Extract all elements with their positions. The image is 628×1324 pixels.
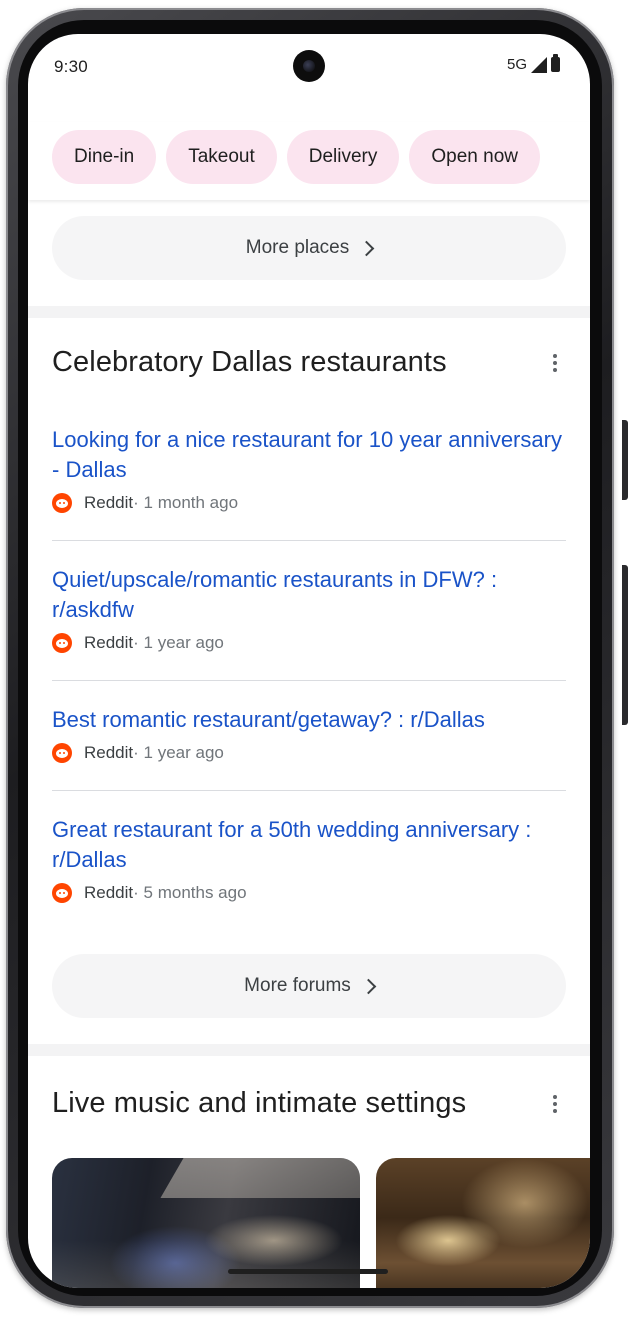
front-camera: [293, 50, 325, 82]
phone-screen: 9:30 5G Dine-in Takeout Delivery Open no…: [28, 34, 590, 1288]
forums-section-title: Celebratory Dallas restaurants: [52, 346, 447, 378]
forum-time: · 1 month ago: [133, 493, 239, 512]
forum-title-link[interactable]: Great restaurant for a 50th wedding anni…: [52, 815, 566, 875]
forum-title-link[interactable]: Quiet/upscale/romantic restaurants in DF…: [52, 565, 566, 625]
more-forums-label: More forums: [244, 975, 351, 996]
chip-open-now[interactable]: Open now: [409, 130, 540, 184]
chip-dine-in[interactable]: Dine-in: [52, 130, 157, 184]
forum-meta: Reddit · 1 year ago: [52, 743, 566, 763]
more-forums-button[interactable]: More forums: [52, 954, 566, 1018]
forum-meta: Reddit · 5 months ago: [52, 883, 566, 903]
forum-time: · 5 months ago: [133, 883, 247, 902]
forum-meta: Reddit · 1 year ago: [52, 633, 566, 653]
reddit-icon: [52, 633, 72, 653]
home-indicator[interactable]: [228, 1269, 388, 1274]
more-places-button[interactable]: More places: [52, 216, 566, 280]
more-options-icon[interactable]: [552, 354, 558, 372]
forum-item[interactable]: Great restaurant for a 50th wedding anni…: [52, 815, 566, 903]
divider: [52, 680, 566, 681]
network-label: 5G: [506, 56, 527, 73]
status-icons: 5G: [506, 54, 560, 73]
battery-icon: [551, 54, 560, 72]
forum-title-link[interactable]: Best romantic restaurant/getaway? : r/Da…: [52, 705, 566, 735]
signal-icon: [531, 56, 547, 73]
divider: [52, 540, 566, 541]
chevron-right-icon: [360, 978, 377, 995]
status-time: 9:30: [54, 57, 88, 76]
forum-source: Reddit: [84, 493, 134, 512]
forum-source: Reddit: [84, 743, 134, 762]
chip-delivery[interactable]: Delivery: [286, 130, 400, 184]
forum-item[interactable]: Looking for a nice restaurant for 10 yea…: [52, 425, 566, 513]
section-divider: [28, 306, 590, 318]
reddit-icon: [52, 743, 72, 763]
reddit-icon: [52, 883, 72, 903]
more-options-icon[interactable]: [552, 1095, 558, 1113]
forum-source: Reddit: [84, 633, 134, 652]
forum-title-link[interactable]: Looking for a nice restaurant for 10 yea…: [52, 425, 566, 485]
chip-takeout[interactable]: Takeout: [166, 130, 277, 184]
chevron-right-icon: [358, 240, 375, 257]
forum-time: · 1 year ago: [133, 633, 224, 652]
section-divider: [28, 1044, 590, 1056]
forum-time: · 1 year ago: [133, 743, 224, 762]
place-image-card[interactable]: [376, 1158, 590, 1288]
power-button: [622, 565, 628, 725]
filter-chips-bar: Dine-in Takeout Delivery Open now: [28, 122, 590, 200]
reddit-icon: [52, 493, 72, 513]
music-section-title: Live music and intimate settings: [52, 1087, 467, 1119]
forum-meta: Reddit · 1 month ago: [52, 493, 566, 513]
divider: [52, 790, 566, 791]
filter-chips: Dine-in Takeout Delivery Open now: [52, 130, 540, 184]
volume-button: [622, 420, 628, 500]
more-places-label: More places: [245, 237, 350, 258]
forum-item[interactable]: Best romantic restaurant/getaway? : r/Da…: [52, 705, 566, 763]
forum-source: Reddit: [84, 883, 134, 902]
forum-item[interactable]: Quiet/upscale/romantic restaurants in DF…: [52, 565, 566, 653]
